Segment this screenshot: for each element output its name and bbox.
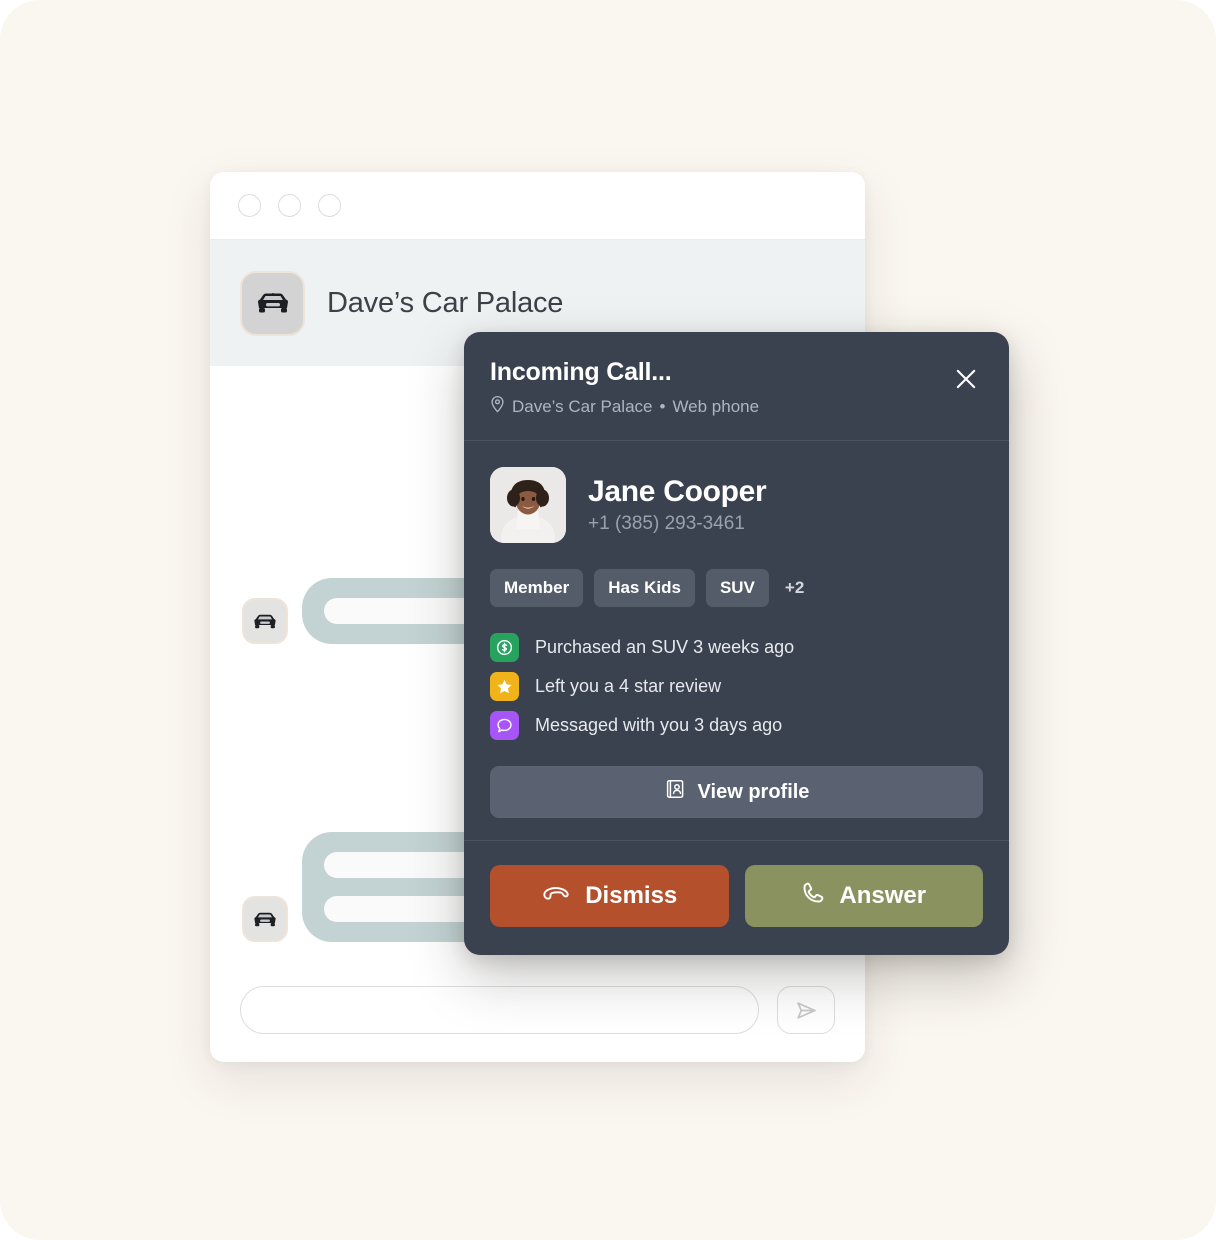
tag-has-kids[interactable]: Has Kids: [594, 569, 695, 607]
activity-item: Left you a 4 star review: [490, 672, 983, 701]
modal-footer: Dismiss Answer: [464, 840, 1009, 955]
dismiss-button[interactable]: Dismiss: [490, 865, 729, 927]
activity-text: Left you a 4 star review: [535, 676, 722, 696]
call-title: Incoming Call...: [490, 358, 672, 386]
page-title: Dave’s Car Palace: [327, 286, 564, 319]
incoming-call-modal: Incoming Call... Dave’s Car Palace • Web…: [464, 332, 1009, 955]
car-icon: [242, 598, 288, 644]
star-icon: [490, 672, 519, 701]
activity-text: Messaged with you 3 days ago: [535, 715, 783, 735]
contact-card-icon: [664, 778, 686, 806]
modal-body: Jane Cooper +1 (385) 293-3461 Member Has…: [464, 441, 1009, 840]
send-button[interactable]: [777, 986, 835, 1034]
phone-hangup-icon: [541, 882, 571, 910]
answer-button[interactable]: Answer: [744, 865, 983, 927]
window-title-bar: [210, 172, 865, 240]
tags-more-badge[interactable]: +2: [785, 578, 804, 598]
modal-header: Incoming Call... Dave’s Car Palace • Web…: [464, 332, 1009, 441]
call-subtitle: Dave’s Car Palace • Web phone: [490, 395, 759, 418]
activity-list: Purchased an SUV 3 weeks ago Left you a …: [490, 633, 983, 740]
phone-icon: [801, 881, 825, 912]
tag-suv[interactable]: SUV: [705, 569, 769, 607]
activity-item: Messaged with you 3 days ago: [490, 711, 983, 740]
activity-item: Purchased an SUV 3 weeks ago: [490, 633, 983, 662]
contact-phone: +1 (385) 293-3461: [588, 513, 745, 534]
tag-member[interactable]: Member: [490, 569, 584, 607]
contact-identity: Jane Cooper +1 (385) 293-3461: [588, 475, 767, 535]
page-canvas: Dave’s Car Palace Incoming Call... Dave’…: [0, 0, 1216, 1240]
zoom-dot[interactable]: [318, 194, 341, 217]
call-channel: Web phone: [672, 396, 760, 416]
contact-summary: Jane Cooper +1 (385) 293-3461: [490, 467, 983, 543]
avatar: [490, 467, 566, 543]
contact-tags: Member Has Kids SUV +2: [490, 569, 983, 607]
modal-header-text: Incoming Call... Dave’s Car Palace • Web…: [490, 358, 759, 418]
message-input[interactable]: [240, 986, 759, 1034]
answer-label: Answer: [839, 882, 927, 909]
message-composer: [210, 958, 865, 1062]
activity-text: Purchased an SUV 3 weeks ago: [535, 637, 795, 657]
map-pin-icon: [490, 395, 505, 418]
call-location: Dave’s Car Palace: [512, 396, 653, 416]
view-profile-button[interactable]: View profile: [490, 766, 983, 818]
close-icon[interactable]: [949, 362, 983, 396]
minimize-dot[interactable]: [278, 194, 301, 217]
car-icon: [240, 270, 305, 336]
dollar-circle-icon: [490, 633, 519, 662]
chat-bubble-icon: [490, 711, 519, 740]
close-dot[interactable]: [238, 194, 261, 217]
contact-name: Jane Cooper: [588, 475, 767, 508]
view-profile-label: View profile: [697, 780, 810, 803]
dismiss-label: Dismiss: [585, 882, 678, 909]
car-icon: [242, 896, 288, 942]
call-separator: •: [659, 396, 666, 416]
